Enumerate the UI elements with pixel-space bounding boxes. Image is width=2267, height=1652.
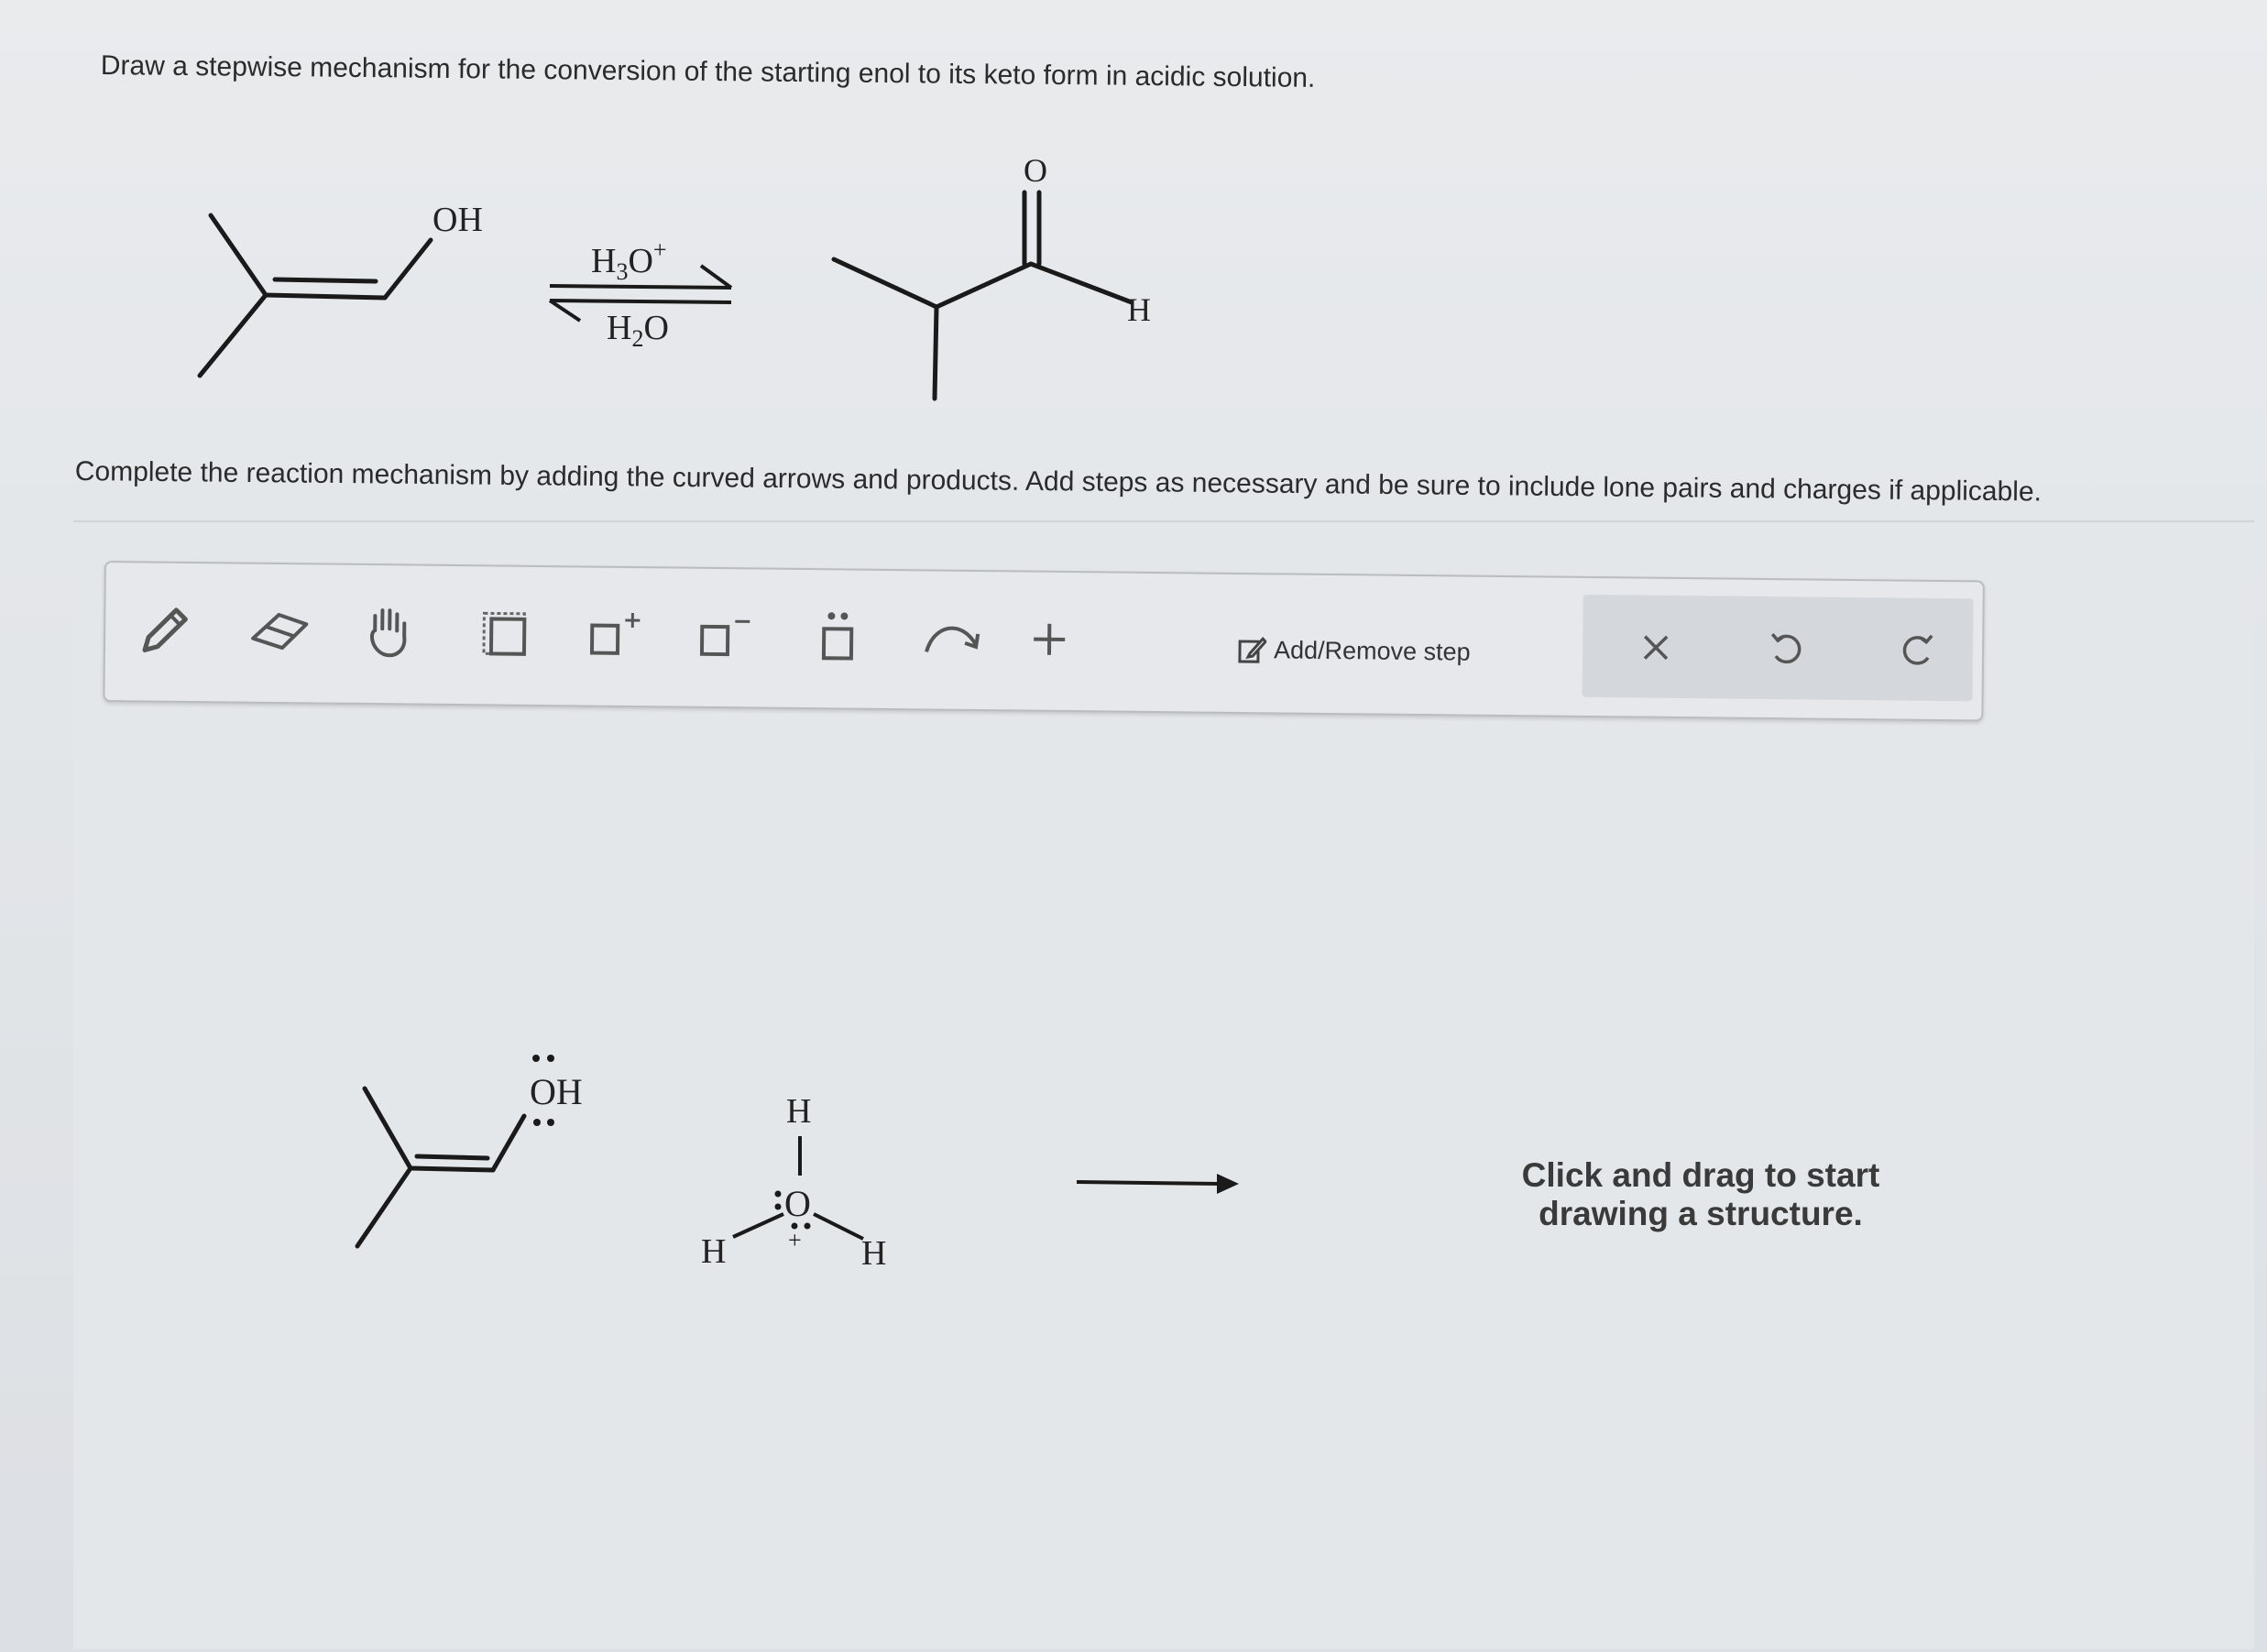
close-icon[interactable] xyxy=(1624,615,1689,680)
edit-icon xyxy=(1238,637,1267,663)
eraser-icon[interactable] xyxy=(247,599,312,664)
add-remove-step-label: Add/Remove step xyxy=(1273,635,1471,666)
enol-structure xyxy=(197,213,433,378)
drawing-hint: Click and drag to start drawing a struct… xyxy=(1521,1156,1880,1232)
select-box-icon[interactable] xyxy=(472,601,537,666)
drawing-toolbar: Add/Remove step xyxy=(103,561,1985,722)
pencil-icon[interactable] xyxy=(133,597,198,662)
keto-structure xyxy=(831,190,1134,401)
toolbar-actions xyxy=(1582,594,1974,702)
lone-pair-icon[interactable] xyxy=(806,605,871,670)
redo-icon[interactable] xyxy=(1885,618,1950,683)
curved-arrow-icon[interactable] xyxy=(921,606,986,671)
positive-charge-icon[interactable] xyxy=(582,602,647,667)
add-icon[interactable] xyxy=(1017,607,1082,672)
undo-icon[interactable] xyxy=(1755,617,1820,682)
enol-oh-label: OH xyxy=(433,201,483,239)
negative-charge-icon[interactable] xyxy=(692,604,757,669)
keto-o-label: O xyxy=(1024,152,1047,189)
reaction-scheme: OH H3O+ H2O O H xyxy=(197,152,1151,401)
reagent-bottom: H2O xyxy=(607,309,669,352)
reagent-top: H3O+ xyxy=(591,236,667,285)
add-remove-step-button[interactable]: Add/Remove step xyxy=(1237,631,1471,671)
keto-h-label: H xyxy=(1127,291,1151,328)
hand-icon[interactable] xyxy=(357,600,422,665)
